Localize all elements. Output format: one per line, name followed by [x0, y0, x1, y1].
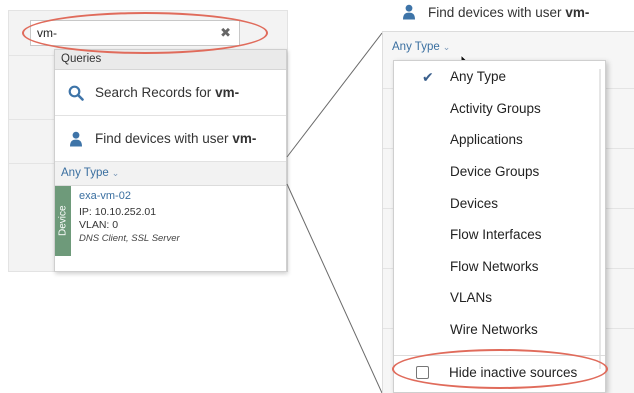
menu-item-flow-networks[interactable]: Flow Networks: [394, 251, 605, 283]
device-type-tag: Device: [55, 186, 71, 256]
result-device-name-link[interactable]: exa-vm-02: [79, 190, 180, 203]
menu-divider: [394, 355, 605, 356]
menu-item-flow-interfaces[interactable]: Flow Interfaces: [394, 219, 605, 251]
clear-search-icon[interactable]: ✖: [220, 25, 231, 41]
checkmark-icon: ✔: [422, 69, 434, 85]
menu-item-device-groups[interactable]: Device Groups: [394, 156, 605, 188]
zoom-type-filter-dropdown[interactable]: Any Type ⌄: [382, 33, 634, 59]
search-icon: [65, 85, 87, 101]
menu-item-applications[interactable]: Applications: [394, 124, 605, 156]
result-details: exa-vm-02 IP: 10.10.252.01 VLAN: 0 DNS C…: [71, 186, 180, 256]
result-ip: IP: 10.10.252.01: [79, 206, 157, 218]
zoom-find-devices-option[interactable]: Find devices with user vm-: [382, 0, 634, 32]
hide-inactive-sources-option[interactable]: Hide inactive sources: [394, 360, 577, 384]
result-roles: DNS Client, SSL Server: [79, 233, 180, 244]
zoom-type-filter-label: Any Type: [392, 41, 440, 53]
search-records-label: Search Records for vm-: [95, 85, 240, 100]
menu-item-activity-groups[interactable]: Activity Groups: [394, 93, 605, 125]
user-icon: [402, 4, 420, 23]
type-filter-dropdown[interactable]: Any Type ⌄: [55, 162, 286, 186]
user-icon: [65, 131, 87, 147]
search-result-device[interactable]: Device exa-vm-02 IP: 10.10.252.01 VLAN: …: [55, 186, 286, 256]
hide-inactive-label: Hide inactive sources: [449, 364, 578, 380]
type-filter-label: Any Type: [61, 167, 109, 179]
chevron-down-icon: ⌄: [111, 168, 120, 178]
find-devices-with-user-option[interactable]: Find devices with user vm-: [55, 116, 286, 162]
menu-item-any-type[interactable]: ✔ Any Type: [394, 61, 605, 93]
global-search-box[interactable]: ✖: [30, 20, 240, 46]
menu-item-devices[interactable]: Devices: [394, 187, 605, 219]
result-vlan: VLAN: 0: [79, 219, 119, 231]
type-filter-menu: ✔ Any Type Activity Groups Applications …: [393, 60, 606, 393]
search-input[interactable]: [37, 24, 207, 42]
menu-item-wire-networks[interactable]: Wire Networks: [394, 314, 605, 346]
chevron-down-icon: ⌄: [442, 42, 451, 52]
menu-item-vlans[interactable]: VLANs: [394, 282, 605, 314]
search-records-option[interactable]: Search Records for vm-: [55, 70, 286, 116]
search-suggestions-dropdown: Queries Search Records for vm- Find devi…: [54, 49, 287, 272]
find-devices-label: Find devices with user vm-: [95, 131, 257, 146]
hide-inactive-checkbox[interactable]: [416, 365, 429, 379]
queries-header: Queries: [55, 50, 286, 70]
